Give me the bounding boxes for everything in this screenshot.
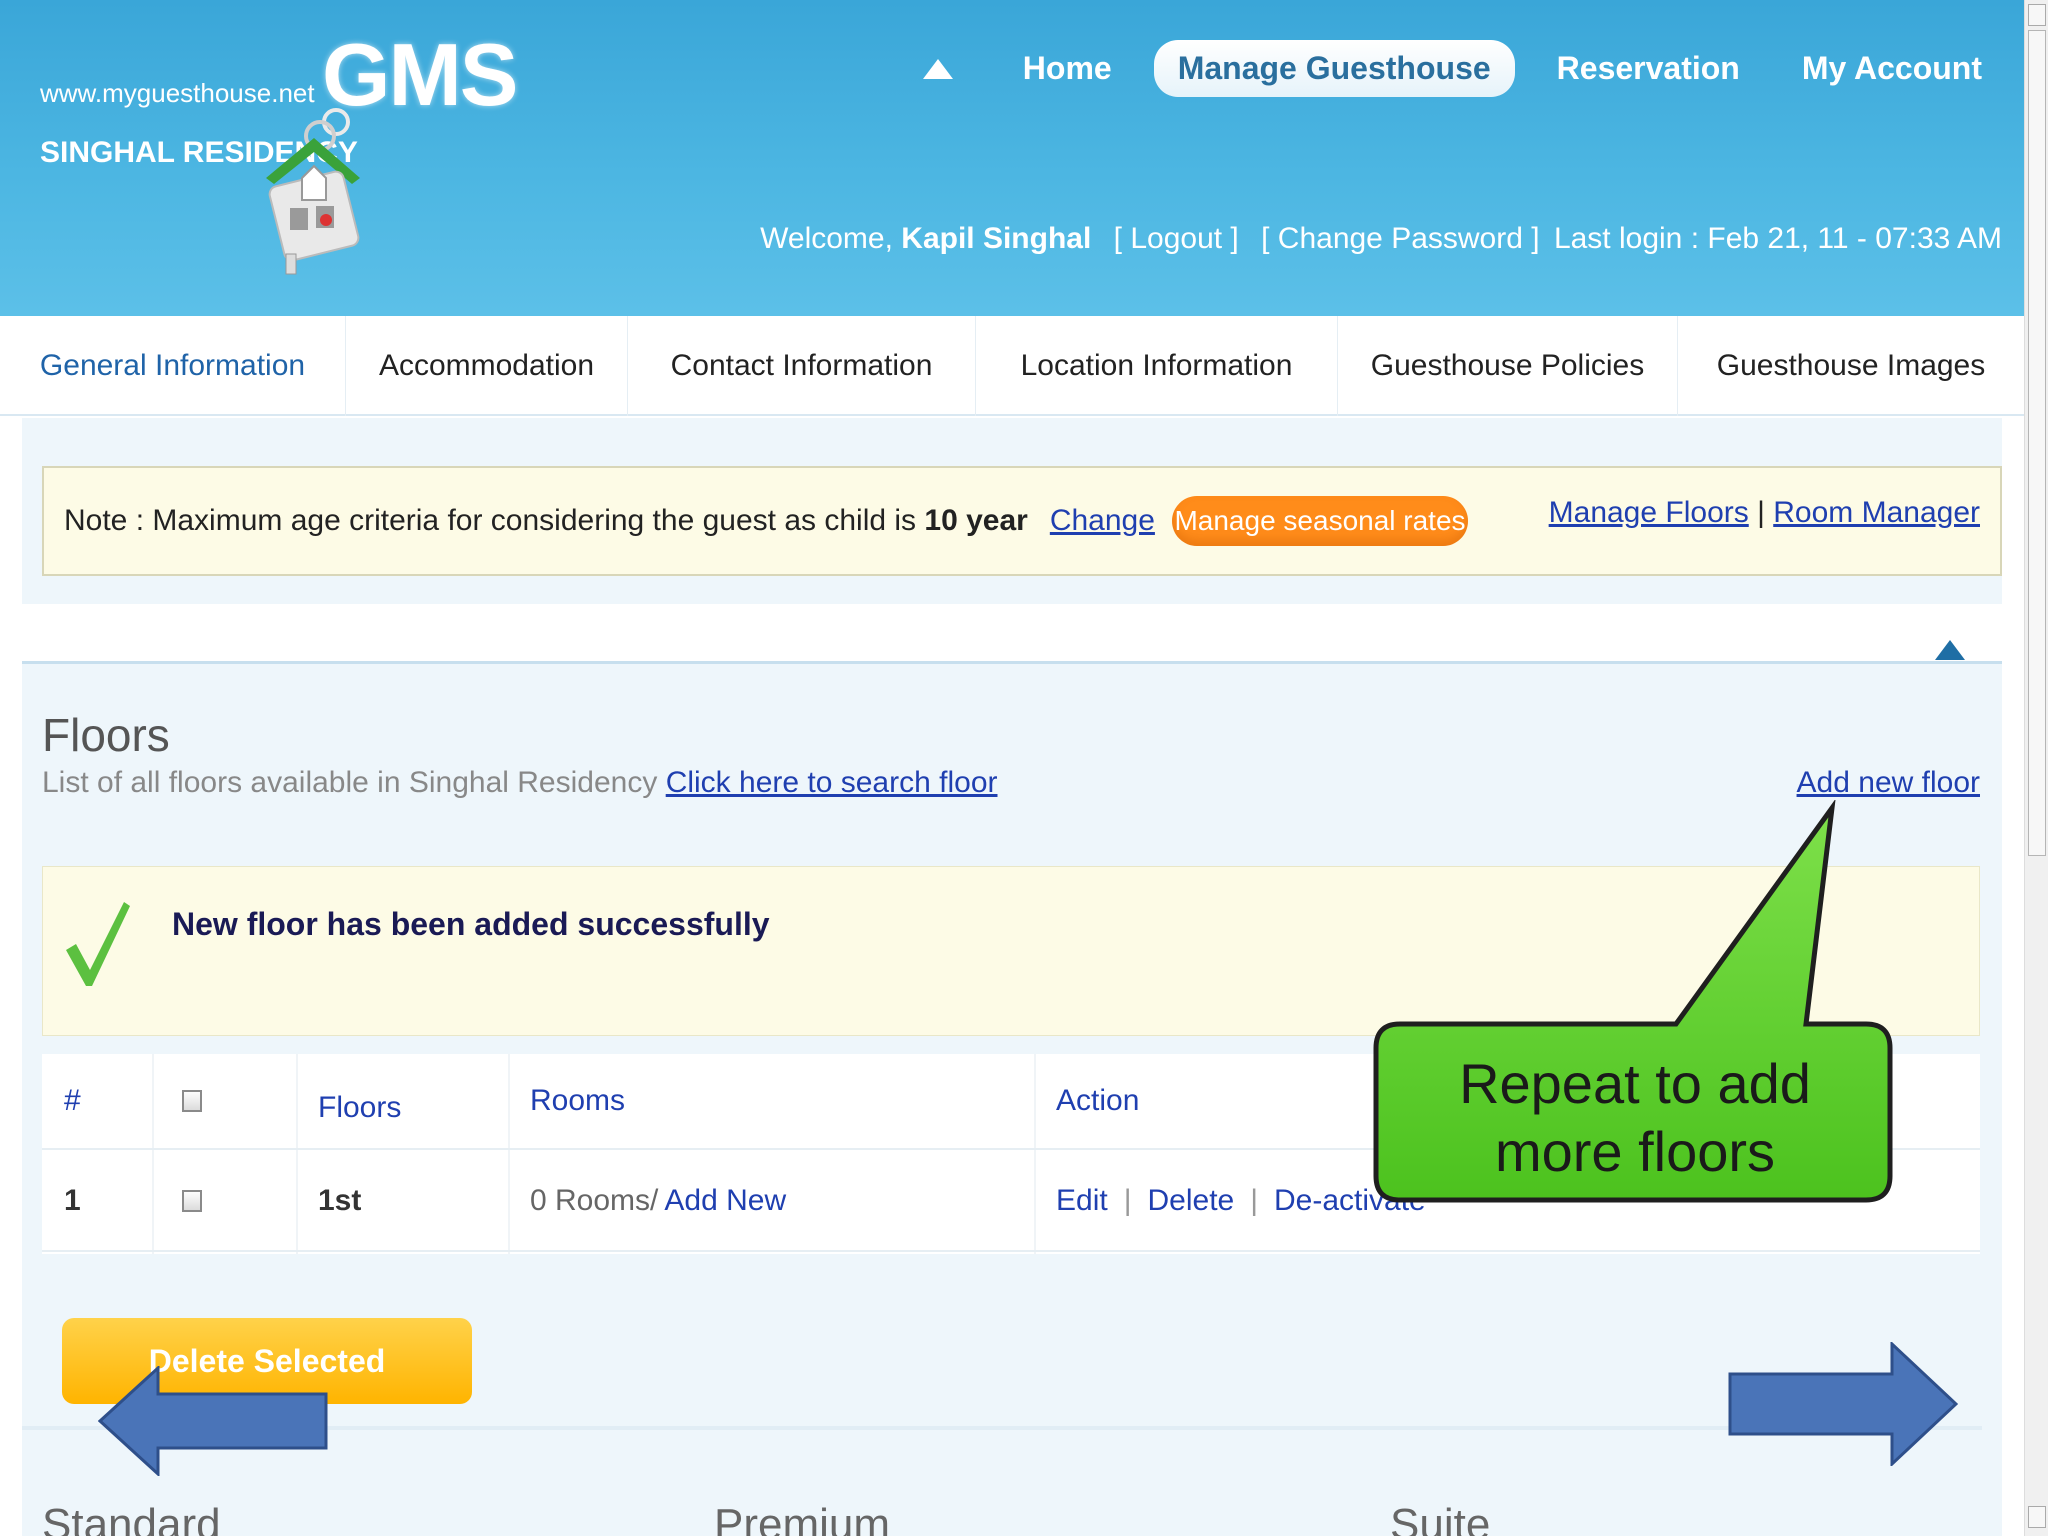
nav-home[interactable]: Home <box>1003 40 1132 97</box>
tab-guesthouse-policies[interactable]: Guesthouse Policies <box>1338 316 1678 416</box>
edit-link[interactable]: Edit <box>1056 1184 1108 1218</box>
room-manager-link[interactable]: Room Manager <box>1773 496 1980 529</box>
user-name: Kapil Singhal <box>901 222 1092 255</box>
app-header: www.myguesthouse.net GMS SINGHAL RESIDEN… <box>0 0 2024 316</box>
add-room-link[interactable]: Add New <box>664 1184 786 1218</box>
floor-name: 1st <box>318 1184 362 1217</box>
select-all-checkbox[interactable] <box>182 1090 202 1112</box>
checkmark-icon <box>66 902 130 986</box>
tab-general-information[interactable]: General Information <box>0 316 346 416</box>
nav-manage-guesthouse[interactable]: Manage Guesthouse <box>1153 40 1515 97</box>
add-new-floor-link[interactable]: Add new floor <box>1797 766 1980 800</box>
room-count: 0 Rooms/ <box>530 1184 659 1217</box>
link-separator: | <box>1757 496 1765 529</box>
callout-text: Repeat to add more floors <box>1459 1052 1811 1183</box>
house-key-icon <box>266 108 360 275</box>
floor-links: Manage Floors | Room Manager <box>1549 496 1980 530</box>
nav-my-account[interactable]: My Account <box>1782 40 2002 97</box>
logout-link[interactable]: [ Logout ] <box>1114 222 1239 255</box>
site-url: www.myguesthouse.net <box>40 78 315 108</box>
user-bar: Welcome, Kapil Singhal [ Logout ] [ Chan… <box>746 222 2002 256</box>
floors-subtitle-text: List of all floors available in Singhal … <box>42 766 658 799</box>
scroll-thumb[interactable] <box>2028 30 2046 856</box>
next-arrow-icon[interactable] <box>1728 1342 1958 1466</box>
last-login: Last login : Feb 21, 11 - 07:33 AM <box>1553 222 2002 255</box>
column-header-action: Action <box>1056 1084 1140 1117</box>
change-link[interactable]: Change <box>1050 504 1155 538</box>
search-floor-link[interactable]: Click here to search floor <box>666 766 998 799</box>
collapse-section-icon[interactable] <box>1935 640 1965 660</box>
tab-accommodation[interactable]: Accommodation <box>346 316 628 416</box>
vertical-scrollbar[interactable] <box>2024 0 2048 1536</box>
column-header-floors: Floors <box>318 1091 402 1124</box>
note-value: 10 year <box>924 504 1028 537</box>
top-navigation: Home Manage Guesthouse Reservation My Ac… <box>922 40 2002 97</box>
floors-title: Floors <box>42 709 170 761</box>
section-divider <box>22 604 2002 664</box>
welcome-label: Welcome, <box>760 222 893 255</box>
tab-location-information[interactable]: Location Information <box>976 316 1338 416</box>
manage-floors-link[interactable]: Manage Floors <box>1549 496 1749 529</box>
delete-link[interactable]: Delete <box>1148 1184 1235 1218</box>
nav-reservation[interactable]: Reservation <box>1537 40 1760 97</box>
column-header-number: # <box>64 1084 81 1117</box>
floors-subtitle: List of all floors available in Singhal … <box>42 766 998 800</box>
heading-suite: Suite <box>1390 1500 1491 1536</box>
change-password-link[interactable]: [ Change Password ] <box>1261 222 1539 255</box>
heading-premium: Premium <box>714 1500 891 1536</box>
success-message: New floor has been added successfully <box>172 906 770 942</box>
tab-guesthouse-images[interactable]: Guesthouse Images <box>1678 316 2024 416</box>
section-tabs: General Information Accommodation Contac… <box>0 316 2024 416</box>
scroll-up-button[interactable] <box>2028 4 2046 26</box>
row-number: 1 <box>64 1184 81 1217</box>
column-header-rooms: Rooms <box>530 1084 626 1117</box>
room-type-headings: Standard Premium Suite <box>42 1500 1982 1536</box>
tab-contact-information[interactable]: Contact Information <box>628 316 976 416</box>
manage-seasonal-rates-button[interactable]: Manage seasonal rates <box>1172 496 1468 546</box>
scroll-down-button[interactable] <box>2028 1506 2046 1528</box>
row-checkbox[interactable] <box>182 1190 202 1212</box>
note-text: Note : Maximum age criteria for consider… <box>64 504 917 537</box>
heading-standard: Standard <box>42 1500 221 1536</box>
previous-arrow-icon[interactable] <box>98 1366 330 1476</box>
collapse-up-icon[interactable] <box>922 58 953 79</box>
